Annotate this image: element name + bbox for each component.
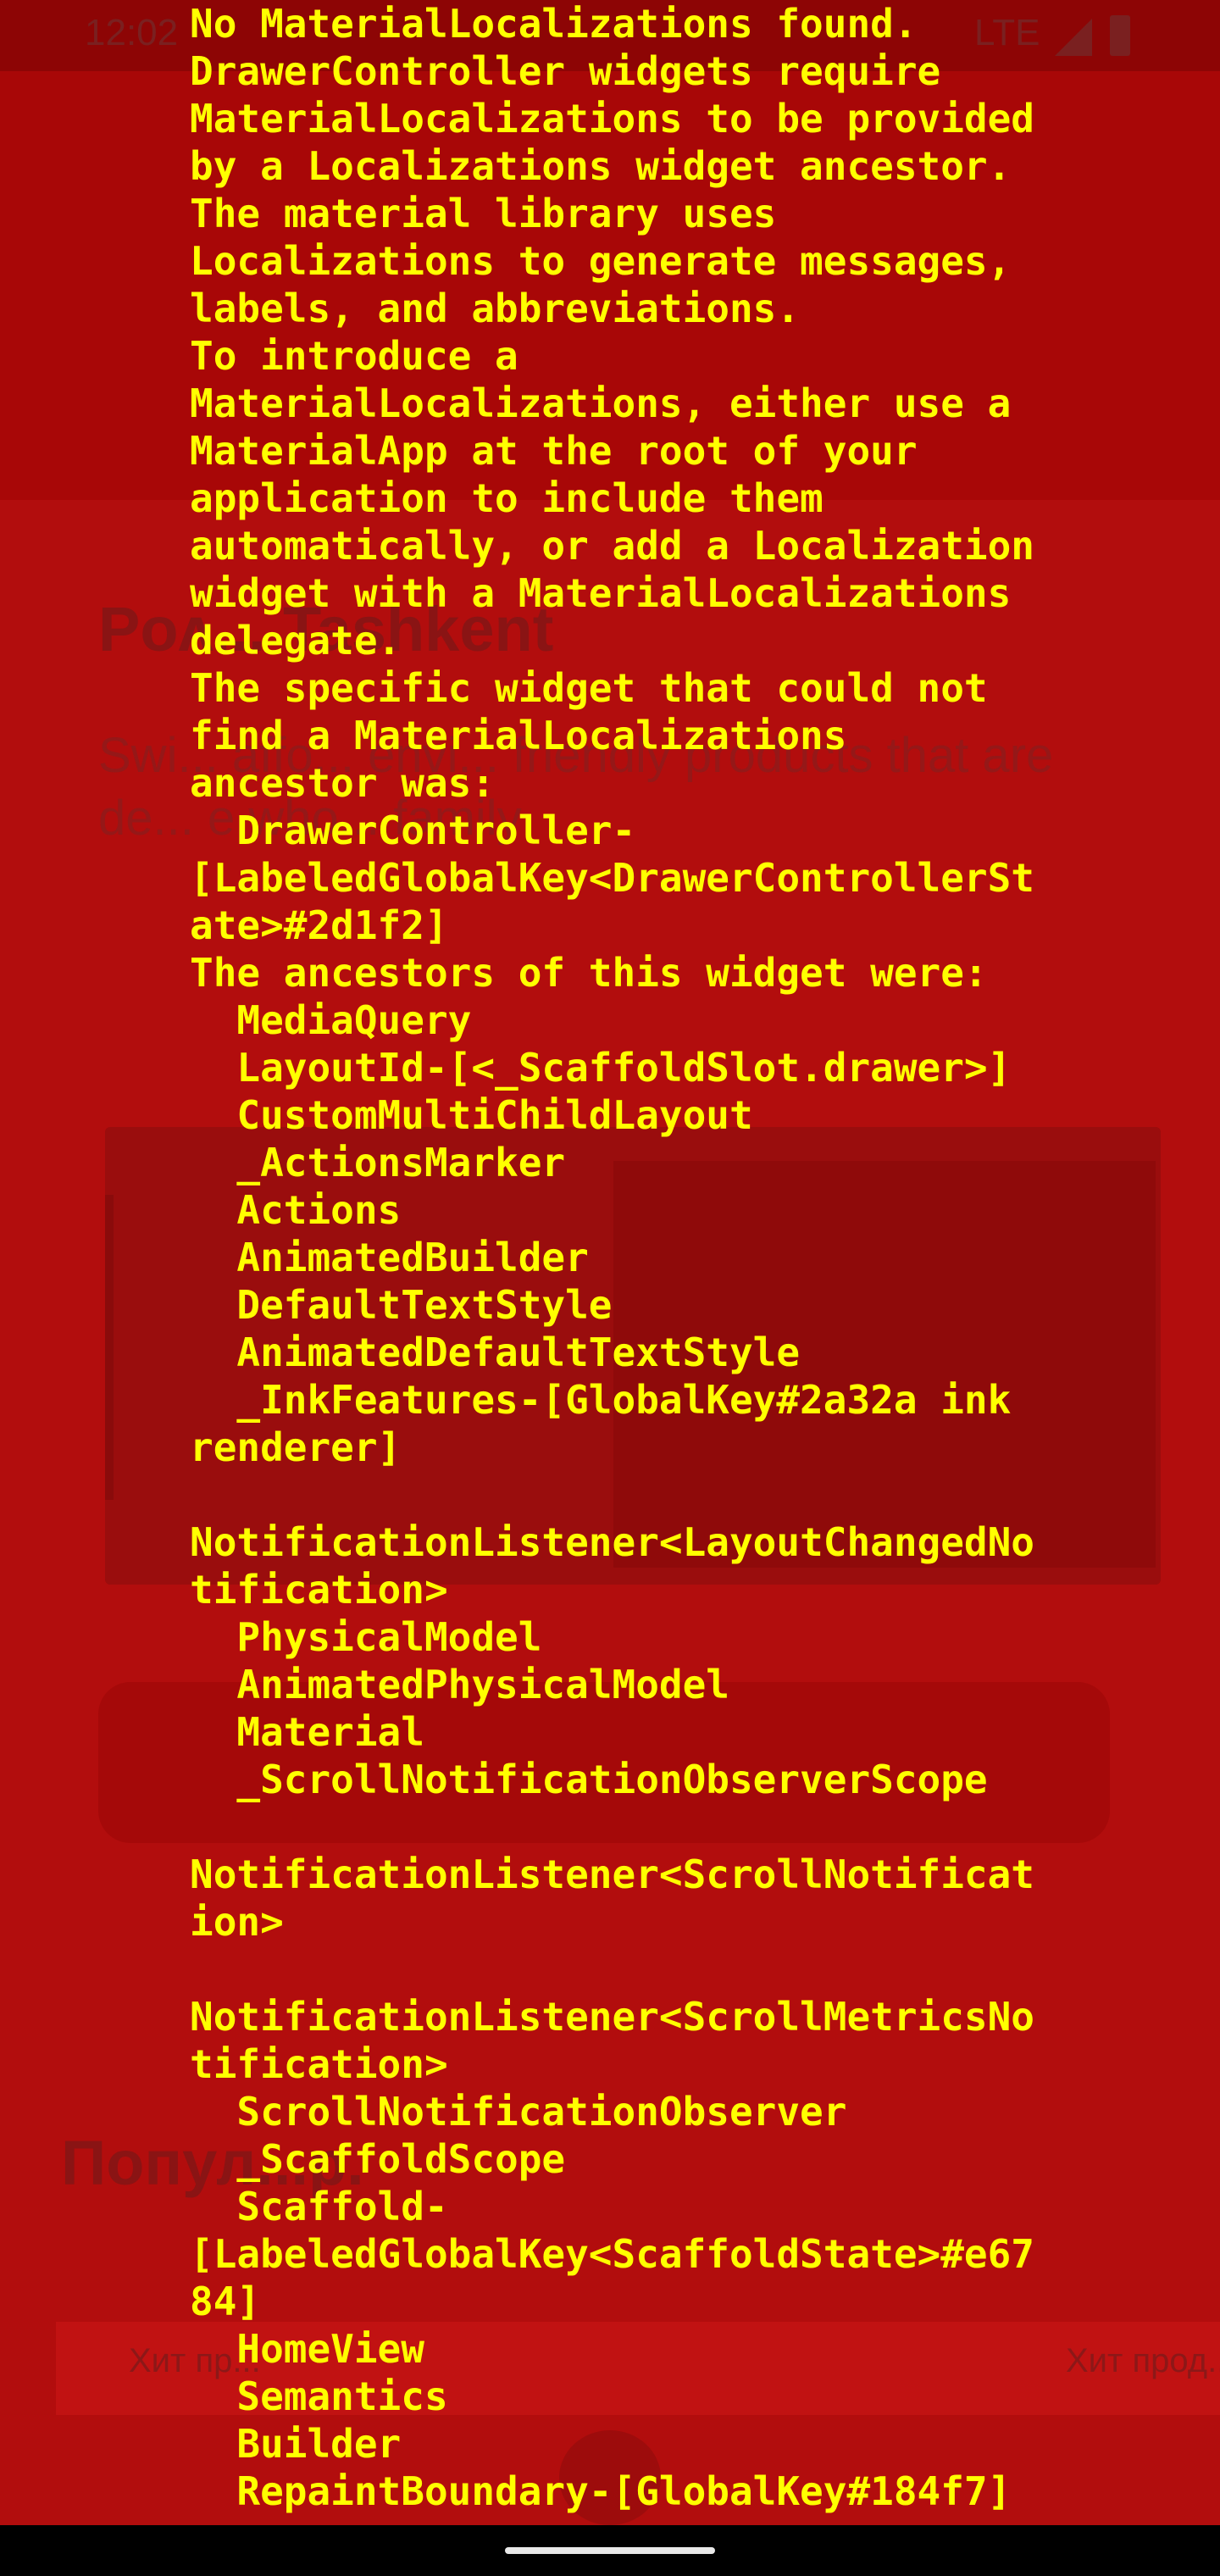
error-line: Scaffold-[LabeledGlobalKey<ScaffoldState… — [190, 2184, 1034, 2324]
error-line: The specific widget that could not find … — [190, 665, 1012, 806]
error-line: ScrollNotificationObserver — [190, 2089, 847, 2135]
bestseller-badge: Хит прод... — [1066, 2342, 1220, 2379]
error-line: _ScrollNotificationObserverScope — [190, 1757, 988, 1802]
error-line: LayoutId-[<_ScaffoldSlot.drawer>] — [190, 1045, 1012, 1091]
error-line: NotificationListener<ScrollMetricsNotifi… — [190, 1946, 1034, 2087]
error-line: Builder — [190, 2421, 402, 2467]
error-line: NotificationListener<ScrollNotification> — [190, 1804, 1034, 1945]
status-time: 12:02 — [85, 12, 179, 53]
error-line: AnimatedPhysicalModel — [190, 1662, 729, 1707]
signal-icon — [1055, 19, 1092, 56]
error-line: AnimatedBuilder — [190, 1235, 589, 1280]
lamp-shape — [105, 1195, 181, 1500]
home-gesture-handle[interactable] — [505, 2547, 715, 2554]
error-line: Material — [190, 1709, 424, 1755]
error-line: HomeView — [190, 2326, 424, 2372]
error-line: The ancestors of this widget were: — [190, 950, 988, 996]
error-line: RepaintBoundary-[GlobalKey#184f7] — [190, 2468, 1012, 2514]
error-line: CustomMultiChildLayout — [190, 1092, 753, 1138]
flutter-error-message: No MaterialLocalizations found. DrawerCon… — [190, 0, 1037, 2515]
navigation-bar — [0, 2525, 1220, 2576]
error-line: _InkFeatures-[GlobalKey#2a32a ink render… — [190, 1377, 1035, 1470]
error-line: AnimatedDefaultTextStyle — [190, 1330, 801, 1375]
error-line: DrawerController widgets require Materia… — [190, 48, 1034, 189]
error-line: _ActionsMarker — [190, 1140, 566, 1185]
error-line: The material library uses Localizations … — [190, 191, 1035, 331]
error-line: To introduce a MaterialLocalizations, ei… — [190, 333, 1034, 663]
error-line: MediaQuery — [190, 997, 472, 1043]
error-line: DrawerController-[LabeledGlobalKey<Drawe… — [190, 808, 1034, 948]
error-line: PhysicalModel — [190, 1614, 542, 1660]
error-line: Actions — [190, 1187, 402, 1233]
error-line: DefaultTextStyle — [190, 1282, 613, 1328]
battery-icon — [1110, 15, 1130, 56]
error-line: NotificationListener<LayoutChangedNotifi… — [190, 1472, 1034, 1613]
error-line: No MaterialLocalizations found. — [190, 1, 918, 47]
error-line: Semantics — [190, 2373, 448, 2419]
error-line: _ScaffoldScope — [190, 2136, 566, 2182]
